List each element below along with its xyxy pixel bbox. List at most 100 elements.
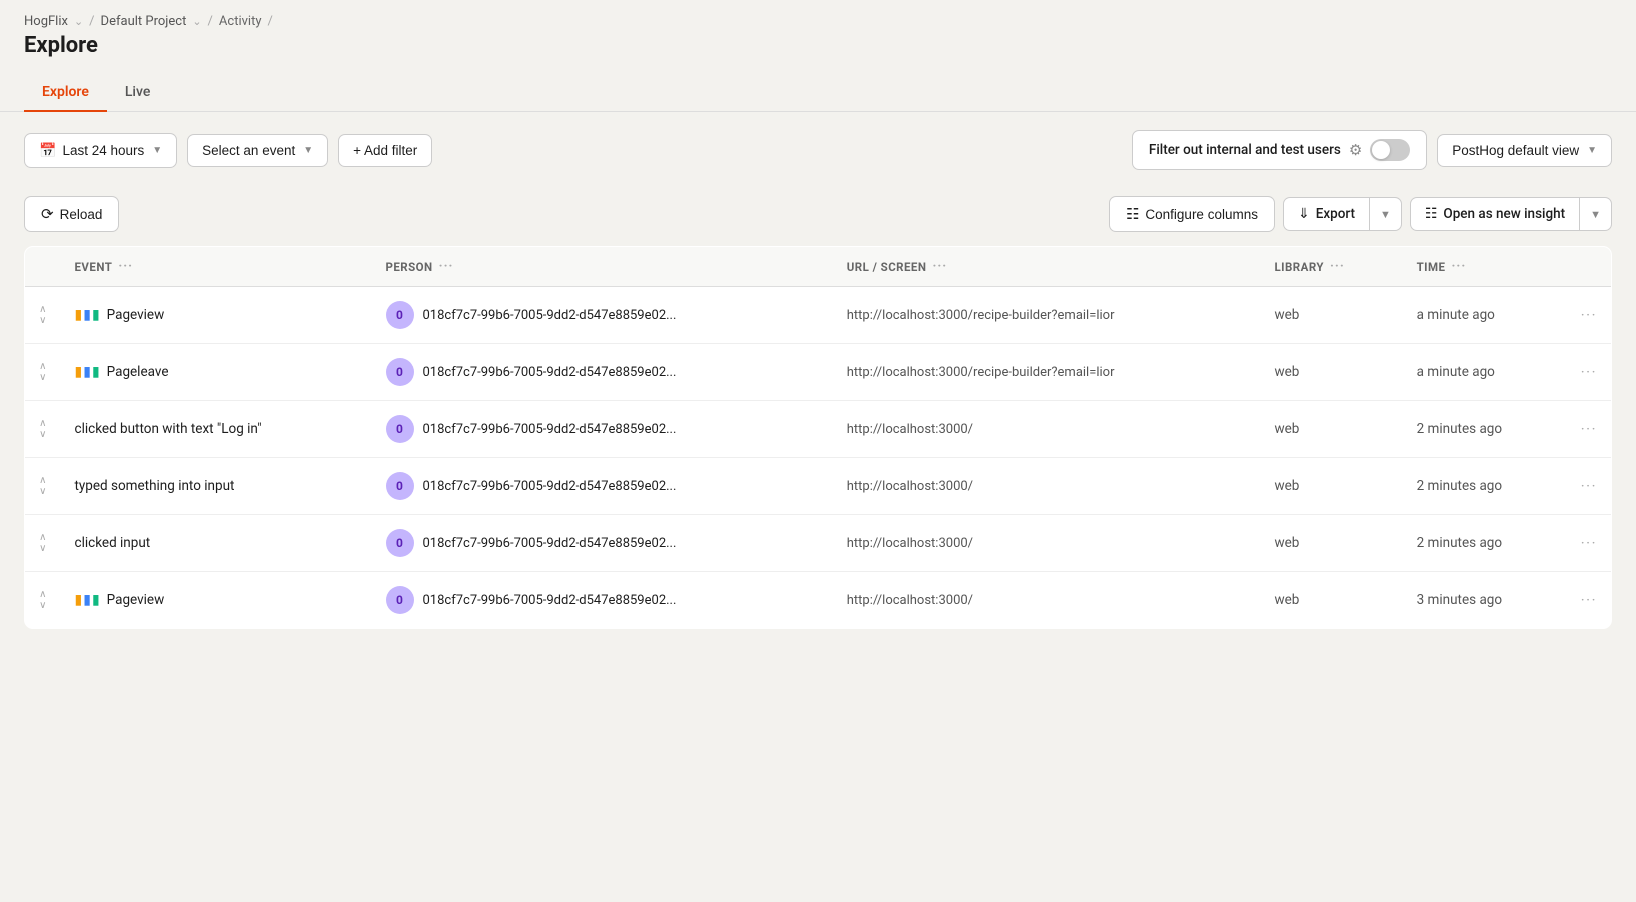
expand-icon[interactable]: ∧ ∨	[39, 362, 47, 383]
table-row[interactable]: ∧ ∨ clicked button with text "Log in" 0 …	[25, 401, 1612, 458]
url-value[interactable]: http://localhost:3000/	[847, 479, 973, 494]
library-cell: web	[1261, 572, 1403, 629]
export-label: Export	[1316, 206, 1355, 222]
breadcrumb-hogflix[interactable]: HogFlix	[24, 14, 68, 29]
person-id[interactable]: 018cf7c7-99b6-7005-9dd2-d547e8859e02...	[423, 365, 677, 380]
filter-toggle-label: Filter out internal and test users	[1149, 142, 1341, 158]
calendar-icon: 📅	[39, 142, 56, 159]
export-button-split: ⇓ Export ▼	[1283, 197, 1402, 231]
avatar: 0	[386, 586, 414, 614]
page-title: Explore	[24, 31, 1612, 70]
row-actions-cell: ···	[1567, 458, 1612, 515]
event-name: Pageview	[107, 592, 165, 608]
url-col-options[interactable]: ···	[932, 259, 947, 274]
url-value[interactable]: http://localhost:3000/recipe-builder?ema…	[847, 308, 1115, 323]
event-name: clicked button with text "Log in"	[75, 421, 262, 437]
time-value: 2 minutes ago	[1417, 478, 1502, 494]
configure-columns-button[interactable]: ☷ Configure columns	[1109, 196, 1275, 232]
row-actions-cell: ···	[1567, 344, 1612, 401]
library-col-options[interactable]: ···	[1330, 259, 1345, 274]
event-name: Pageleave	[107, 364, 169, 380]
url-cell: http://localhost:3000/	[833, 458, 1261, 515]
view-selector-button[interactable]: PostHog default view ▼	[1437, 134, 1612, 167]
url-value[interactable]: http://localhost:3000/	[847, 536, 973, 551]
expand-icon[interactable]: ∧ ∨	[39, 305, 47, 326]
row-more-icon[interactable]: ···	[1581, 363, 1597, 381]
expand-icon[interactable]: ∧ ∨	[39, 419, 47, 440]
table-row[interactable]: ∧ ∨ ▮▮▮ Pageview 0 018cf7c7-99b6-7005-9d…	[25, 572, 1612, 629]
library-cell: web	[1261, 515, 1403, 572]
table-row[interactable]: ∧ ∨ ▮▮▮ Pageview 0 018cf7c7-99b6-7005-9d…	[25, 287, 1612, 344]
add-filter-label: + Add filter	[353, 143, 417, 158]
reload-button[interactable]: ⟳ Reload	[24, 196, 119, 232]
th-time-label: TIME	[1417, 260, 1446, 274]
person-id[interactable]: 018cf7c7-99b6-7005-9dd2-d547e8859e02...	[423, 479, 677, 494]
add-filter-button[interactable]: + Add filter	[338, 134, 432, 167]
th-library-label: LIBRARY	[1275, 260, 1324, 274]
row-more-icon[interactable]: ···	[1581, 306, 1597, 324]
event-cell: clicked input	[61, 515, 372, 572]
event-cell: clicked button with text "Log in"	[61, 401, 372, 458]
expand-cell: ∧ ∨	[25, 515, 61, 572]
person-id[interactable]: 018cf7c7-99b6-7005-9dd2-d547e8859e02...	[423, 422, 677, 437]
person-col-options[interactable]: ···	[439, 259, 454, 274]
expand-cell: ∧ ∨	[25, 344, 61, 401]
event-col-options[interactable]: ···	[118, 259, 133, 274]
event-type-icon: ▮▮▮	[75, 307, 100, 323]
library-cell: web	[1261, 344, 1403, 401]
url-cell: http://localhost:3000/recipe-builder?ema…	[833, 287, 1261, 344]
expand-cell: ∧ ∨	[25, 287, 61, 344]
library-value: web	[1275, 535, 1300, 551]
expand-cell: ∧ ∨	[25, 572, 61, 629]
expand-icon[interactable]: ∧ ∨	[39, 590, 47, 611]
row-more-icon[interactable]: ···	[1581, 591, 1597, 609]
time-col-options[interactable]: ···	[1451, 259, 1466, 274]
export-dropdown-arrow[interactable]: ▼	[1370, 198, 1401, 230]
time-filter-button[interactable]: 📅 Last 24 hours ▼	[24, 133, 177, 168]
th-url-label: URL / SCREEN	[847, 260, 927, 274]
export-icon: ⇓	[1298, 206, 1310, 222]
open-insight-label: Open as new insight	[1443, 206, 1565, 222]
open-insight-main[interactable]: ☷ Open as new insight	[1411, 198, 1580, 230]
url-value[interactable]: http://localhost:3000/	[847, 422, 973, 437]
tab-explore[interactable]: Explore	[24, 74, 107, 112]
event-filter-button[interactable]: Select an event ▼	[187, 134, 328, 167]
time-cell: 2 minutes ago	[1403, 515, 1567, 572]
row-actions-cell: ···	[1567, 572, 1612, 629]
breadcrumb: HogFlix ⌄ / Default Project ⌄ / Activity…	[24, 14, 1612, 29]
th-event-label: EVENT	[75, 260, 113, 274]
row-more-icon[interactable]: ···	[1581, 534, 1597, 552]
url-value[interactable]: http://localhost:3000/	[847, 593, 973, 608]
filter-toggle-switch[interactable]	[1370, 139, 1410, 161]
export-main[interactable]: ⇓ Export	[1284, 198, 1370, 230]
gear-icon[interactable]: ⚙	[1349, 141, 1362, 159]
row-actions-cell: ···	[1567, 287, 1612, 344]
open-insight-dropdown-arrow[interactable]: ▼	[1580, 198, 1611, 230]
table-row[interactable]: ∧ ∨ clicked input 0 018cf7c7-99b6-7005-9…	[25, 515, 1612, 572]
page-container: HogFlix ⌄ / Default Project ⌄ / Activity…	[0, 0, 1636, 902]
table-row[interactable]: ∧ ∨ typed something into input 0 018cf7c…	[25, 458, 1612, 515]
expand-icon[interactable]: ∧ ∨	[39, 476, 47, 497]
person-id[interactable]: 018cf7c7-99b6-7005-9dd2-d547e8859e02...	[423, 536, 677, 551]
th-expand	[25, 247, 61, 287]
row-more-icon[interactable]: ···	[1581, 477, 1597, 495]
table-row[interactable]: ∧ ∨ ▮▮▮ Pageleave 0 018cf7c7-99b6-7005-9…	[25, 344, 1612, 401]
person-cell: 0 018cf7c7-99b6-7005-9dd2-d547e8859e02..…	[372, 515, 833, 572]
time-value: 2 minutes ago	[1417, 535, 1502, 551]
person-id[interactable]: 018cf7c7-99b6-7005-9dd2-d547e8859e02...	[423, 593, 677, 608]
expand-cell: ∧ ∨	[25, 401, 61, 458]
th-person: PERSON ···	[372, 247, 833, 287]
avatar: 0	[386, 301, 414, 329]
tab-live[interactable]: Live	[107, 74, 168, 112]
breadcrumb-project[interactable]: Default Project	[101, 14, 187, 29]
url-value[interactable]: http://localhost:3000/recipe-builder?ema…	[847, 365, 1115, 380]
library-value: web	[1275, 307, 1300, 323]
person-id[interactable]: 018cf7c7-99b6-7005-9dd2-d547e8859e02...	[423, 308, 677, 323]
person-cell: 0 018cf7c7-99b6-7005-9dd2-d547e8859e02..…	[372, 344, 833, 401]
breadcrumb-bar: HogFlix ⌄ / Default Project ⌄ / Activity…	[0, 0, 1636, 74]
expand-icon[interactable]: ∧ ∨	[39, 533, 47, 554]
library-value: web	[1275, 478, 1300, 494]
event-name: clicked input	[75, 535, 151, 551]
th-event: EVENT ···	[61, 247, 372, 287]
row-more-icon[interactable]: ···	[1581, 420, 1597, 438]
